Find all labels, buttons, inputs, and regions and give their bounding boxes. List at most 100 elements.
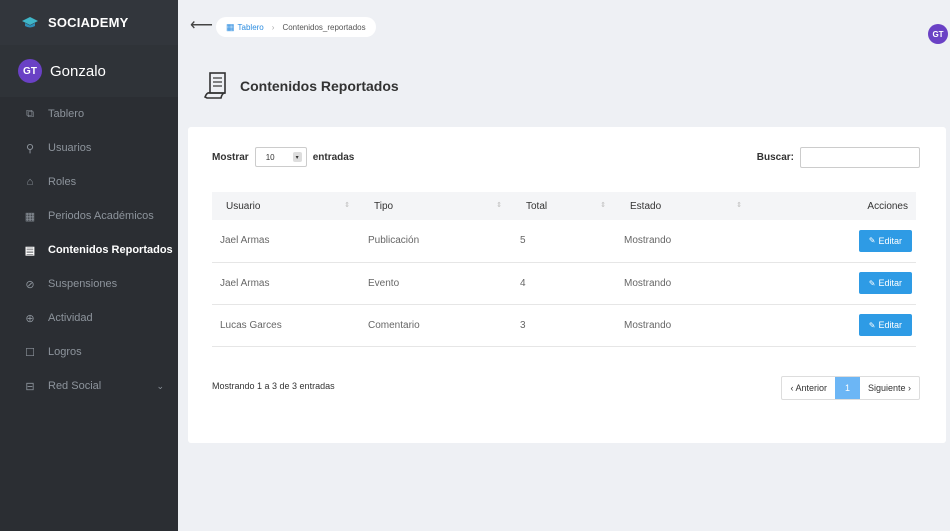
entries-value: 10	[265, 152, 275, 162]
edit-button[interactable]: ✎ Editar	[858, 314, 912, 336]
cell-estado: Mostrando	[624, 319, 672, 331]
cell-usuario: Lucas Garces	[220, 319, 282, 331]
table-header-row: Usuario ⇕ Tipo ⇕ Total ⇕ Estado ⇕ Accion…	[212, 192, 916, 220]
ban-icon: ⊘	[25, 278, 35, 291]
social-network-icon: ⊟	[25, 380, 35, 393]
sort-icon: ⇕	[344, 202, 350, 209]
search-control: Buscar:	[757, 147, 920, 168]
cell-tipo: Evento	[368, 277, 400, 289]
cell-total: 3	[520, 319, 526, 331]
entries-control: Mostrar 10 ▾ entradas	[212, 147, 354, 167]
sort-icon: ⇕	[736, 202, 742, 209]
activity-icon: ⊕	[25, 312, 35, 325]
column-header-acciones: Acciones	[867, 200, 908, 212]
sidebar-item-logros[interactable]: ☐ Logros	[0, 335, 178, 369]
topbar: ⟵ ▦ Tablero › Contenidos_reportados GT	[178, 0, 950, 50]
search-input[interactable]	[800, 147, 920, 168]
show-label: Mostrar	[212, 151, 249, 163]
sidebar-item-actividad[interactable]: ⊕ Actividad	[0, 301, 178, 335]
sidebar-item-label: Periodos Académicos	[48, 210, 154, 222]
sidebar-menu: ⧉ Tablero ⚲ Usuarios ⌂ Roles ▦ Periodos …	[0, 97, 178, 403]
reports-card: Mostrar 10 ▾ entradas Buscar: Usuario ⇕ …	[188, 127, 946, 443]
dashboard-icon: ⧉	[26, 107, 34, 120]
report-document-icon	[204, 72, 226, 99]
dashboard-icon: ▦	[226, 21, 235, 32]
cell-acciones: ✎ Editar	[752, 262, 916, 304]
pagination-next-button[interactable]: Siguiente ›	[860, 377, 919, 399]
sidebar-item-usuarios[interactable]: ⚲ Usuarios	[0, 131, 178, 165]
table-info: Mostrando 1 a 3 de 3 entradas	[212, 381, 335, 391]
table-row: Jael Armas Publicación 5 Mostrando ✎ Edi…	[212, 220, 916, 262]
column-header-usuario[interactable]: Usuario ⇕	[212, 192, 360, 220]
cell-usuario: Jael Armas	[220, 277, 270, 289]
user-avatar-button[interactable]: GT	[928, 24, 948, 44]
cell-usuario: Jael Armas	[220, 235, 270, 247]
entries-select[interactable]: 10 ▾	[254, 147, 307, 167]
cell-tipo: Comentario	[368, 319, 420, 331]
sidebar-item-label: Usuarios	[48, 142, 92, 154]
sort-icon: ⇕	[496, 202, 502, 209]
sidebar-item-roles[interactable]: ⌂ Roles	[0, 165, 178, 199]
cell-estado: Mostrando	[624, 277, 672, 289]
chevron-down-icon: ⌄	[156, 380, 164, 391]
page-title: Contenidos Reportados	[240, 78, 399, 94]
sidebar-item-label: Suspensiones	[48, 278, 118, 290]
user-icon: ⚲	[25, 142, 35, 155]
sort-icon: ⇕	[600, 202, 606, 209]
column-header-tipo[interactable]: Tipo ⇕	[360, 192, 512, 220]
brand[interactable]: SOCIADEMY	[0, 0, 178, 45]
reports-table: Usuario ⇕ Tipo ⇕ Total ⇕ Estado ⇕ Accion…	[212, 192, 916, 347]
table-row: Jael Armas Evento 4 Mostrando ✎ Editar	[212, 262, 916, 304]
edit-button-label: Editar	[878, 278, 902, 288]
cell-acciones: ✎ Editar	[752, 304, 916, 346]
sidebar-item-label: Red Social	[48, 380, 102, 392]
trophy-icon: ☐	[25, 346, 35, 359]
pagination-prev-button[interactable]: ‹ Anterior	[782, 377, 835, 399]
brand-name: SOCIADEMY	[48, 15, 129, 30]
lock-icon: ⌂	[26, 176, 34, 188]
calendar-icon: ▦	[24, 210, 36, 223]
graduation-cap-icon	[22, 16, 38, 27]
edit-icon: ✎	[868, 236, 876, 246]
edit-button-label: Editar	[878, 320, 902, 330]
entries-label: entradas	[312, 151, 355, 163]
sidebar-item-contenidos-reportados[interactable]: ▤ Contenidos Reportados	[0, 233, 178, 267]
page-header: Contenidos Reportados	[204, 72, 399, 100]
cell-tipo: Publicación	[368, 235, 420, 247]
pagination-page-button[interactable]: 1	[834, 377, 860, 399]
breadcrumb: ▦ Tablero › Contenidos_reportados	[216, 17, 376, 37]
sidebar-item-red-social[interactable]: ⊟ Red Social ⌄	[0, 369, 178, 403]
sidebar-item-periodos[interactable]: ▦ Periodos Académicos	[0, 199, 178, 233]
breadcrumb-current: Contenidos_reportados	[282, 22, 366, 32]
edit-icon: ✎	[868, 320, 876, 330]
sidebar-item-tablero[interactable]: ⧉ Tablero	[0, 97, 178, 131]
edit-button[interactable]: ✎ Editar	[858, 272, 912, 294]
user-profile[interactable]: GT Gonzalo	[0, 45, 178, 97]
search-label: Buscar:	[756, 152, 794, 163]
edit-button[interactable]: ✎ Editar	[858, 229, 912, 252]
chevron-down-icon: ▾	[292, 152, 302, 162]
sidebar: SOCIADEMY GT Gonzalo ⧉ Tablero ⚲ Usuario…	[0, 0, 178, 531]
sidebar-item-label: Tablero	[48, 108, 85, 120]
breadcrumb-home-label: Tablero	[237, 22, 264, 32]
sidebar-item-label: Contenidos Reportados	[48, 244, 173, 256]
cell-acciones: ✎ Editar	[752, 220, 916, 262]
back-arrow-icon[interactable]: ⟵	[190, 15, 213, 35]
edit-button-label: Editar	[878, 235, 902, 246]
sidebar-item-label: Logros	[48, 346, 82, 358]
sidebar-item-label: Roles	[48, 176, 77, 188]
sidebar-item-label: Actividad	[48, 312, 93, 324]
cell-total: 4	[520, 277, 526, 289]
breadcrumb-separator: ›	[271, 22, 275, 32]
cell-estado: Mostrando	[624, 235, 672, 247]
sidebar-item-suspensiones[interactable]: ⊘ Suspensiones	[0, 267, 178, 301]
report-document-icon: ▤	[24, 244, 36, 257]
column-header-total[interactable]: Total ⇕	[512, 192, 616, 220]
pagination: ‹ Anterior 1 Siguiente ›	[781, 376, 920, 400]
column-header-estado[interactable]: Estado ⇕	[616, 192, 752, 220]
breadcrumb-home-link[interactable]: ▦ Tablero	[226, 22, 264, 33]
table-row: Lucas Garces Comentario 3 Mostrando ✎ Ed…	[212, 304, 916, 346]
avatar: GT	[18, 59, 42, 83]
cell-total: 5	[520, 235, 526, 247]
edit-icon: ✎	[868, 278, 876, 288]
